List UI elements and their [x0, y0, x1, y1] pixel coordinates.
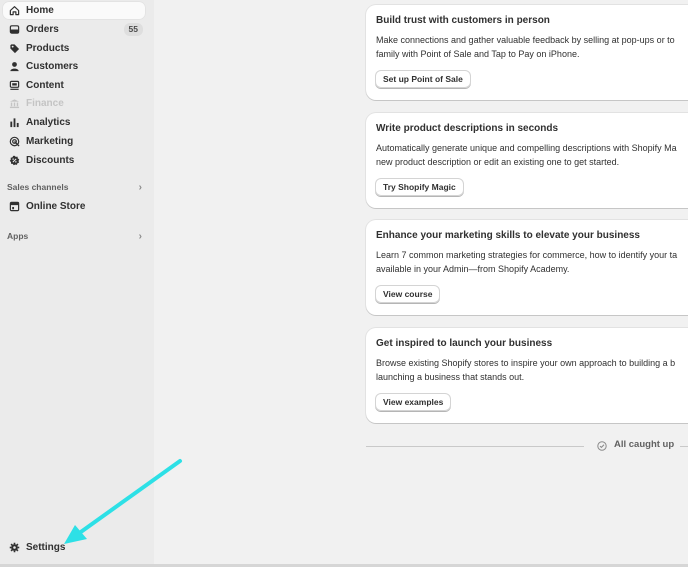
annotation-arrow — [64, 459, 182, 544]
